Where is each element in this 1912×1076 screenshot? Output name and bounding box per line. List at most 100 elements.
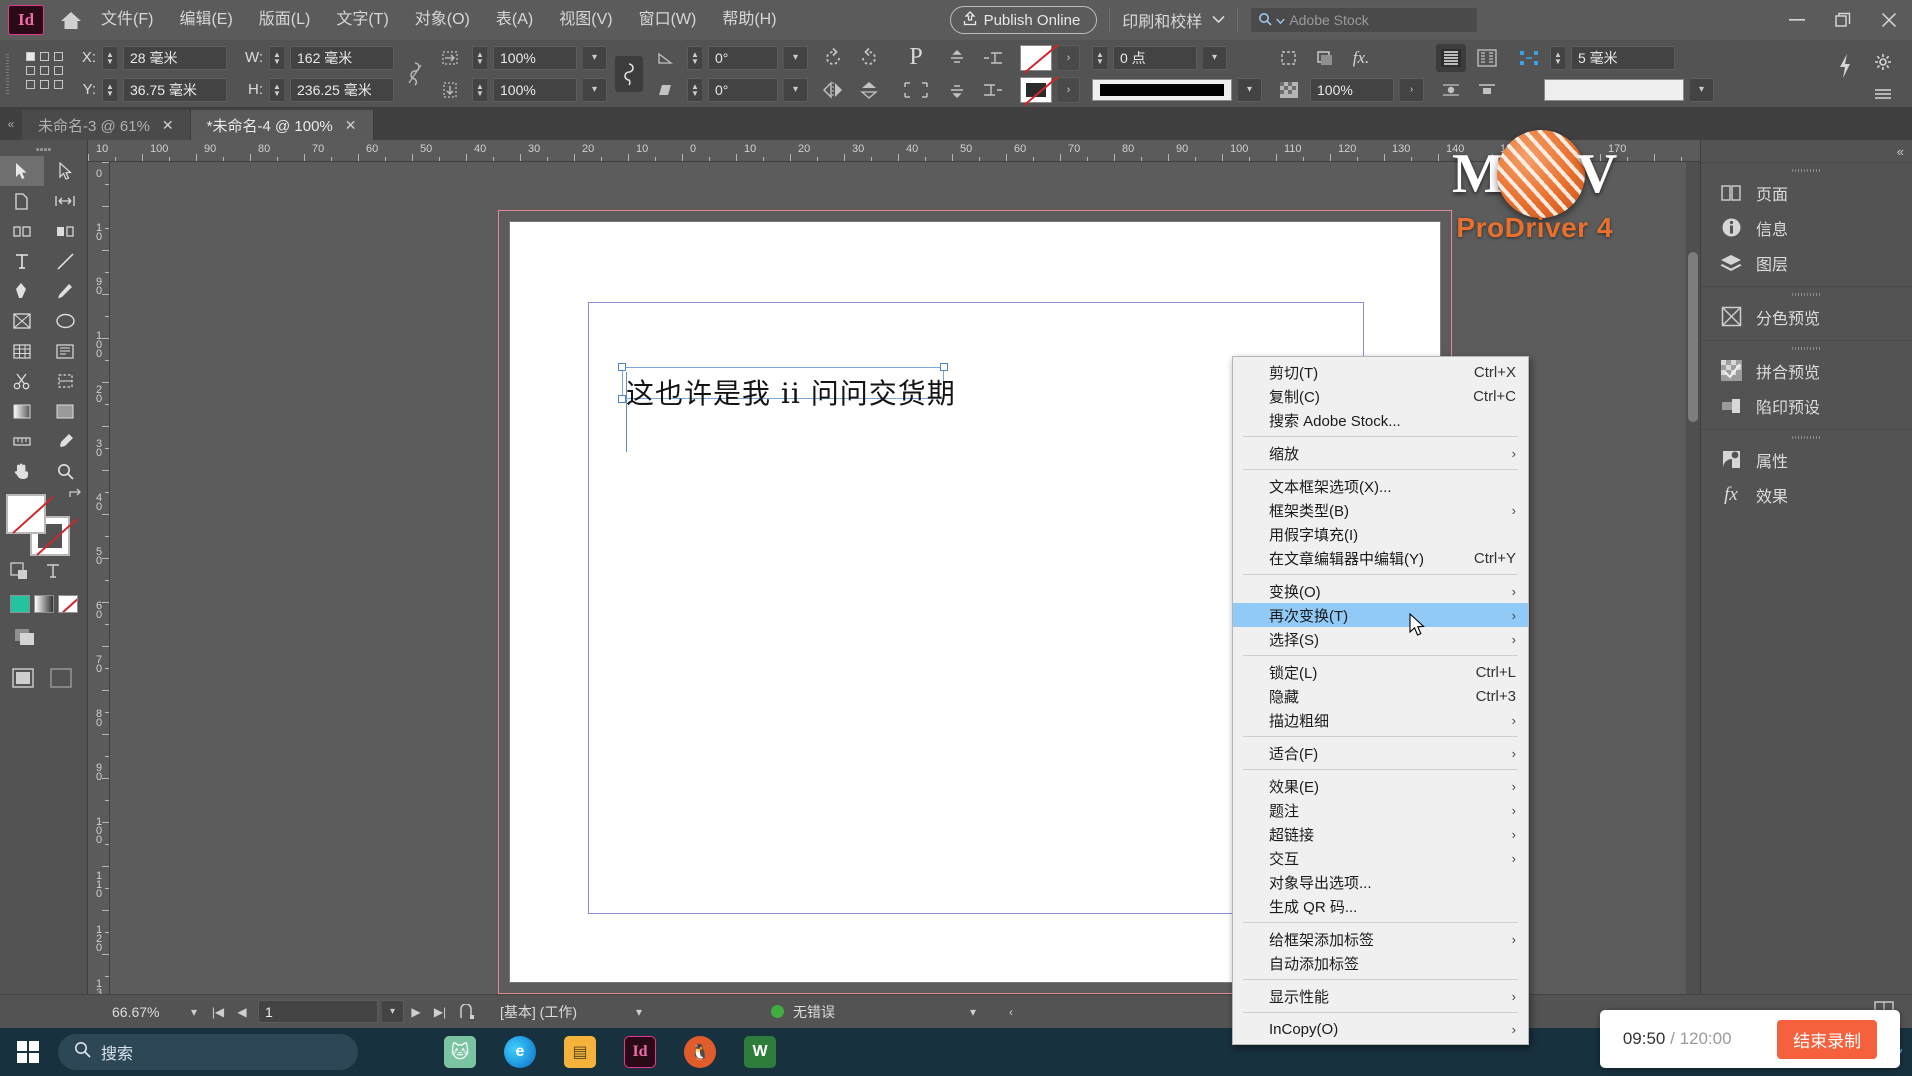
y-input[interactable]: 36.75 毫米 bbox=[123, 77, 227, 102]
zoom-dropdown-icon[interactable]: ▾ bbox=[182, 1005, 206, 1019]
menu-edit[interactable]: 编辑(E) bbox=[166, 0, 245, 40]
panel-effects[interactable]: fx 效果 bbox=[1701, 477, 1912, 512]
stop-recording-button[interactable]: 结束录制 bbox=[1777, 1019, 1878, 1059]
formatting-affects-container-icon[interactable] bbox=[10, 562, 28, 585]
apply-none-button[interactable] bbox=[58, 595, 78, 613]
stroke-weight-input[interactable]: 0 点 bbox=[1113, 45, 1197, 70]
stroke-style-preview[interactable] bbox=[1092, 78, 1232, 101]
shear-input[interactable]: 0° bbox=[708, 77, 778, 102]
free-transform-tool[interactable] bbox=[44, 366, 88, 396]
first-page-icon[interactable]: |◀ bbox=[206, 1005, 230, 1019]
horizontal-ruler[interactable]: 10 100 90 80 70 60 50 40 30 20 10 0 10 20 30 40 50 60 70 80… bbox=[88, 140, 1700, 162]
context-menu-item[interactable]: 生成 QR 码... bbox=[1233, 894, 1528, 918]
restore-button[interactable] bbox=[1820, 0, 1866, 40]
control-bar-grip[interactable] bbox=[0, 44, 14, 104]
w-input[interactable]: 162 毫米 bbox=[290, 45, 394, 70]
context-menu-item[interactable]: 超链接 › bbox=[1233, 822, 1528, 846]
gap-tool[interactable] bbox=[44, 186, 88, 216]
rotate-input[interactable]: 0° bbox=[708, 45, 778, 70]
close-button[interactable] bbox=[1866, 0, 1912, 40]
panel-flattener-preview[interactable]: 拼合预览 bbox=[1701, 353, 1912, 388]
frame-tool[interactable] bbox=[0, 306, 44, 336]
align-top-icon[interactable] bbox=[942, 44, 972, 72]
content-collector-tool[interactable] bbox=[0, 216, 44, 246]
context-menu-item[interactable]: 文本框架选项(X)... bbox=[1233, 474, 1528, 498]
tab-2-close-icon[interactable]: ✕ bbox=[345, 117, 357, 134]
publish-online-button[interactable]: Publish Online bbox=[949, 6, 1098, 34]
context-menu-item[interactable]: 在文章编辑器中编辑(Y) Ctrl+Y bbox=[1233, 546, 1528, 570]
menu-type[interactable]: 文字(T) bbox=[323, 0, 401, 40]
context-menu[interactable]: 剪切(T) Ctrl+X 复制(C) Ctrl+C 搜索 Adobe Stock... 缩… bbox=[1232, 356, 1529, 1045]
content-placer-tool[interactable] bbox=[44, 216, 88, 246]
context-menu-item[interactable]: 再次变换(T) › bbox=[1233, 603, 1528, 627]
scale-y-stepper[interactable]: ▲ ▼ bbox=[472, 77, 487, 102]
context-menu-item[interactable]: 缩放 › bbox=[1233, 441, 1528, 465]
menu-window[interactable]: 窗口(W) bbox=[626, 0, 710, 40]
menu-help[interactable]: 帮助(H) bbox=[709, 0, 789, 40]
gradient-feather-tool[interactable] bbox=[44, 396, 88, 426]
panel-info[interactable]: 信息 bbox=[1701, 210, 1912, 245]
context-menu-item[interactable]: 对象导出选项... bbox=[1233, 870, 1528, 894]
x-input[interactable]: 28 毫米 bbox=[123, 45, 227, 70]
screen-mode-preview-icon[interactable] bbox=[50, 668, 74, 695]
context-menu-item[interactable]: 描边粗细 › bbox=[1233, 708, 1528, 732]
gutter-stepper[interactable]: ▲ ▼ bbox=[1550, 45, 1565, 70]
fill-color-box[interactable] bbox=[6, 494, 46, 534]
screen-mode-normal-icon[interactable] bbox=[12, 668, 36, 695]
rotate-cw-90-icon[interactable] bbox=[818, 44, 848, 72]
workspace-selector[interactable]: 印刷和校样 bbox=[1122, 8, 1225, 32]
zoom-level-value[interactable]: 66.67% bbox=[112, 1004, 182, 1020]
opacity-dropdown[interactable]: › bbox=[1400, 77, 1424, 102]
transparency-icon[interactable] bbox=[1274, 76, 1304, 104]
dock-collapse-button[interactable]: « bbox=[1701, 140, 1912, 162]
gutter-dropdown[interactable]: ▾ bbox=[1690, 77, 1714, 102]
panel-pages[interactable]: 页面 bbox=[1701, 175, 1912, 210]
shear-stepper[interactable]: ▲ ▼ bbox=[687, 77, 702, 102]
panel-attributes[interactable]: 属性 bbox=[1701, 442, 1912, 477]
flip-horizontal-icon[interactable] bbox=[818, 76, 848, 104]
context-menu-item[interactable]: 变换(O) › bbox=[1233, 579, 1528, 603]
page-number-dropdown[interactable]: ▾ bbox=[382, 1000, 404, 1023]
dock-group-1-grip[interactable] bbox=[1701, 165, 1912, 175]
stroke-style-dropdown[interactable]: ▾ bbox=[1238, 77, 1262, 102]
apply-gradient-button[interactable] bbox=[34, 595, 54, 613]
rotate-ccw-90-icon[interactable] bbox=[854, 44, 884, 72]
context-menu-item[interactable]: 选择(S) › bbox=[1233, 627, 1528, 651]
start-button[interactable] bbox=[0, 1028, 56, 1076]
gradient-swatch-tool[interactable] bbox=[0, 396, 44, 426]
scale-y-input[interactable]: 100% bbox=[493, 77, 577, 102]
preflight-status[interactable]: 无错误 bbox=[771, 1002, 835, 1022]
panel-layers[interactable]: 图层 bbox=[1701, 245, 1912, 280]
stroke-weight-dropdown[interactable]: ▾ bbox=[1203, 45, 1227, 70]
taskbar-app-edge[interactable]: e bbox=[490, 1028, 550, 1076]
adobe-stock-search[interactable]: Adobe Stock bbox=[1250, 7, 1479, 33]
note-tool[interactable] bbox=[44, 336, 88, 366]
control-panel-settings-icon[interactable] bbox=[1868, 48, 1898, 76]
context-menu-item[interactable]: 交互 › bbox=[1233, 846, 1528, 870]
flip-vertical-icon[interactable] bbox=[854, 76, 884, 104]
pencil-tool[interactable] bbox=[44, 276, 88, 306]
menu-object[interactable]: 对象(O) bbox=[402, 0, 483, 40]
rotate-stepper[interactable]: ▲ ▼ bbox=[687, 45, 702, 70]
scissors-tool[interactable] bbox=[0, 366, 44, 396]
stroke-swatch-more[interactable]: › bbox=[1058, 76, 1080, 103]
eyedropper-tool[interactable] bbox=[44, 426, 88, 456]
vertical-center-align-icon[interactable] bbox=[1436, 76, 1466, 104]
distribute-horizontal-icon[interactable] bbox=[978, 44, 1008, 72]
context-menu-item[interactable]: 锁定(L) Ctrl+L bbox=[1233, 660, 1528, 684]
context-menu-item[interactable]: 自动添加标签 bbox=[1233, 951, 1528, 975]
fill-swatch-more[interactable]: › bbox=[1058, 44, 1080, 71]
table-tool[interactable] bbox=[0, 336, 44, 366]
single-column-icon[interactable] bbox=[1436, 43, 1466, 72]
taskbar-app-other[interactable]: 🐧 bbox=[670, 1028, 730, 1076]
frame-handle-tr[interactable] bbox=[940, 363, 948, 371]
apply-color-button[interactable] bbox=[10, 595, 30, 613]
minimize-button[interactable] bbox=[1774, 0, 1820, 40]
opacity-input[interactable]: 100% bbox=[1310, 77, 1394, 102]
w-stepper[interactable]: ▲ ▼ bbox=[269, 45, 284, 70]
fill-swatch-none[interactable] bbox=[1020, 44, 1052, 71]
context-menu-item[interactable]: 隐藏 Ctrl+3 bbox=[1233, 684, 1528, 708]
ellipse-tool[interactable] bbox=[44, 306, 88, 336]
measure-tool[interactable] bbox=[0, 426, 44, 456]
selection-tool[interactable] bbox=[0, 156, 44, 186]
